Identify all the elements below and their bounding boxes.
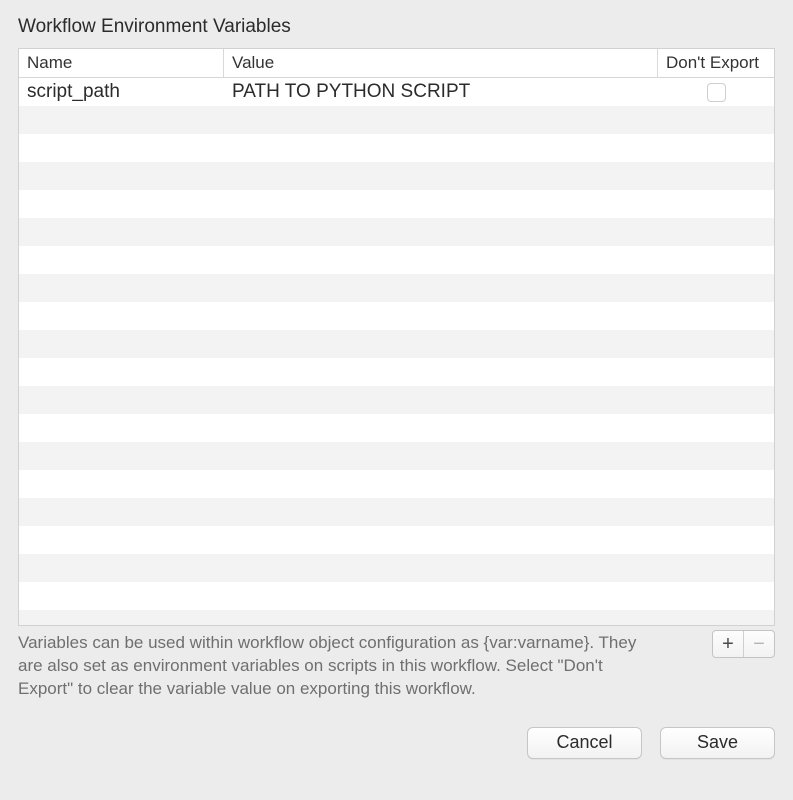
column-header-dont-export[interactable]: Don't Export [658,49,774,77]
table-row-empty [19,498,774,526]
cell-value[interactable]: PATH TO PYTHON SCRIPT [224,81,658,103]
table-row-empty [19,302,774,330]
cell-name[interactable]: script_path [19,81,224,103]
table-row-empty [19,358,774,386]
save-button[interactable]: Save [660,727,775,759]
table-row-empty [19,190,774,218]
table-row[interactable]: script_pathPATH TO PYTHON SCRIPT [19,78,774,106]
table-row-empty [19,274,774,302]
table-body: script_pathPATH TO PYTHON SCRIPT [19,78,774,625]
plus-icon: + [722,633,734,656]
column-header-value[interactable]: Value [224,49,658,77]
table-row-empty [19,386,774,414]
cancel-button[interactable]: Cancel [527,727,642,759]
table-row-empty [19,414,774,442]
table-row-empty [19,470,774,498]
minus-icon: − [753,633,765,656]
table-row-empty [19,526,774,554]
table-row-empty [19,162,774,190]
table-row-empty [19,330,774,358]
table-row-empty [19,218,774,246]
table-row-empty [19,246,774,274]
table-row-empty [19,554,774,582]
add-remove-group: + − [712,630,775,658]
help-text: Variables can be used within workflow ob… [18,630,658,701]
column-header-name[interactable]: Name [19,49,224,77]
dont-export-checkbox[interactable] [707,83,726,102]
table-header: Name Value Don't Export [19,49,774,78]
env-variables-table: Name Value Don't Export script_pathPATH … [18,48,775,626]
add-button[interactable]: + [713,631,743,657]
table-row-empty [19,610,774,625]
footer-buttons: Cancel Save [18,727,775,759]
remove-button[interactable]: − [744,631,774,657]
table-row-empty [19,134,774,162]
table-row-empty [19,582,774,610]
section-title: Workflow Environment Variables [18,16,775,38]
cell-dont-export [658,83,774,102]
table-row-empty [19,106,774,134]
table-row-empty [19,442,774,470]
